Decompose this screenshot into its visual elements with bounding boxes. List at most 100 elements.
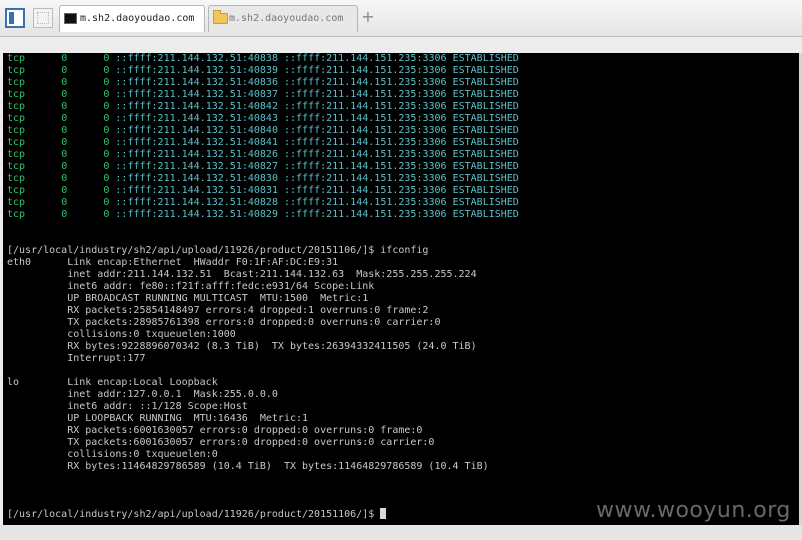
tab-terminal-session[interactable]: m.sh2.daoyoudao.com <box>59 5 205 32</box>
netstat-row: tcp 0 0 ::ffff:211.144.132.51:40841 ::ff… <box>7 137 519 149</box>
local-address-cell: ::ffff:211.144.132.51:40838 <box>115 53 278 64</box>
recv-q-cell: 0 <box>61 77 68 88</box>
recv-q-cell: 0 <box>61 65 68 76</box>
foreign-address-cell: ::ffff:211.144.151.235:3306 <box>284 197 447 208</box>
layout-toggle-icon[interactable] <box>5 8 25 28</box>
state-cell: ESTABLISHED <box>452 101 519 112</box>
foreign-address-cell: ::ffff:211.144.151.235:3306 <box>284 65 447 76</box>
send-q-cell: 0 <box>103 149 110 160</box>
state-cell: ESTABLISHED <box>452 65 519 76</box>
recv-q-cell: 0 <box>61 185 68 196</box>
state-cell: ESTABLISHED <box>452 125 519 136</box>
status-strip <box>0 525 802 540</box>
netstat-row: tcp 0 0 ::ffff:211.144.132.51:40836 ::ff… <box>7 77 519 89</box>
foreign-address-cell: ::ffff:211.144.151.235:3306 <box>284 101 447 112</box>
ifconfig-line: Interrupt:177 <box>7 353 146 364</box>
ifconfig-line: RX packets:25854148497 errors:4 dropped:… <box>7 305 429 316</box>
netstat-row: tcp 0 0 ::ffff:211.144.132.51:40826 ::ff… <box>7 149 519 161</box>
proto-cell: tcp <box>7 209 62 220</box>
terminal-output[interactable]: tcp 0 0 ::ffff:211.144.132.51:40838 ::ff… <box>3 53 799 525</box>
send-q-cell: 0 <box>103 101 110 112</box>
state-cell: ESTABLISHED <box>452 197 519 208</box>
send-q-cell: 0 <box>103 185 110 196</box>
netstat-row: tcp 0 0 ::ffff:211.144.132.51:40827 ::ff… <box>7 161 519 173</box>
proto-cell: tcp <box>7 137 62 148</box>
new-tab-button[interactable]: + <box>360 7 376 27</box>
tab-sftp-session[interactable]: m.sh2.daoyoudao.com <box>208 5 358 32</box>
recv-q-cell: 0 <box>61 101 68 112</box>
netstat-row: tcp 0 0 ::ffff:211.144.132.51:40843 ::ff… <box>7 113 519 125</box>
state-cell: ESTABLISHED <box>452 113 519 124</box>
watermark: www.wooyun.org <box>596 498 791 523</box>
state-cell: ESTABLISHED <box>452 173 519 184</box>
send-q-cell: 0 <box>103 161 110 172</box>
netstat-row: tcp 0 0 ::ffff:211.144.132.51:40831 ::ff… <box>7 185 519 197</box>
foreign-address-cell: ::ffff:211.144.151.235:3306 <box>284 77 447 88</box>
ifconfig-line <box>7 365 519 377</box>
recv-q-cell: 0 <box>61 53 68 64</box>
send-q-cell: 0 <box>103 53 110 64</box>
local-address-cell: ::ffff:211.144.132.51:40827 <box>115 161 278 172</box>
recv-q-cell: 0 <box>61 173 68 184</box>
recv-q-cell: 0 <box>61 113 68 124</box>
send-q-cell: 0 <box>103 137 110 148</box>
send-q-cell: 0 <box>103 209 110 220</box>
ifconfig-line: RX bytes:11464829786589 (10.4 TiB) TX by… <box>7 461 489 472</box>
send-q-cell: 0 <box>103 113 110 124</box>
proto-cell: tcp <box>7 113 62 124</box>
ifconfig-line: collisions:0 txqueuelen:0 <box>7 449 218 460</box>
recv-q-cell: 0 <box>61 125 68 136</box>
local-address-cell: ::ffff:211.144.132.51:40828 <box>115 197 278 208</box>
ifconfig-line: RX bytes:9228896070342 (8.3 TiB) TX byte… <box>7 341 477 352</box>
proto-cell: tcp <box>7 125 62 136</box>
ifconfig-line: UP BROADCAST RUNNING MULTICAST MTU:1500 … <box>7 293 369 304</box>
netstat-row: tcp 0 0 ::ffff:211.144.132.51:40828 ::ff… <box>7 197 519 209</box>
send-q-cell: 0 <box>103 77 110 88</box>
terminal-icon <box>64 13 77 24</box>
recv-q-cell: 0 <box>61 197 68 208</box>
tab-label: m.sh2.daoyoudao.com <box>229 13 344 24</box>
state-cell: ESTABLISHED <box>452 53 519 64</box>
foreign-address-cell: ::ffff:211.144.151.235:3306 <box>284 185 447 196</box>
command-line: [/usr/local/industry/sh2/api/upload/1192… <box>7 245 429 256</box>
ifconfig-line: UP LOOPBACK RUNNING MTU:16436 Metric:1 <box>7 413 309 424</box>
ifconfig-line: eth0 Link encap:Ethernet HWaddr F0:1F:AF… <box>7 257 339 268</box>
send-q-cell: 0 <box>103 197 110 208</box>
shell-prompt[interactable]: [/usr/local/industry/sh2/api/upload/1192… <box>7 508 387 521</box>
recv-q-cell: 0 <box>61 209 68 220</box>
proto-cell: tcp <box>7 197 62 208</box>
local-address-cell: ::ffff:211.144.132.51:40841 <box>115 137 278 148</box>
foreign-address-cell: ::ffff:211.144.151.235:3306 <box>284 161 447 172</box>
ifconfig-line: inet6 addr: fe80::f21f:afff:fedc:e931/64… <box>7 281 375 292</box>
send-q-cell: 0 <box>103 65 110 76</box>
tab-bar: m.sh2.daoyoudao.com m.sh2.daoyoudao.com … <box>0 0 802 37</box>
netstat-row: tcp 0 0 ::ffff:211.144.132.51:40829 ::ff… <box>7 209 519 221</box>
local-address-cell: ::ffff:211.144.132.51:40836 <box>115 77 278 88</box>
state-cell: ESTABLISHED <box>452 149 519 160</box>
proto-cell: tcp <box>7 65 62 76</box>
local-address-cell: ::ffff:211.144.132.51:40843 <box>115 113 278 124</box>
local-address-cell: ::ffff:211.144.132.51:40826 <box>115 149 278 160</box>
proto-cell: tcp <box>7 185 62 196</box>
local-address-cell: ::ffff:211.144.132.51:40831 <box>115 185 278 196</box>
local-address-cell: ::ffff:211.144.132.51:40830 <box>115 173 278 184</box>
send-q-cell: 0 <box>103 125 110 136</box>
proto-cell: tcp <box>7 89 62 100</box>
proto-cell: tcp <box>7 161 62 172</box>
ifconfig-line: RX packets:6001630057 errors:0 dropped:0… <box>7 425 423 436</box>
netstat-row: tcp 0 0 ::ffff:211.144.132.51:40840 ::ff… <box>7 125 519 137</box>
ifconfig-line: inet addr:127.0.0.1 Mask:255.0.0.0 <box>7 389 278 400</box>
ifconfig-line: inet addr:211.144.132.51 Bcast:211.144.1… <box>7 269 477 280</box>
proto-cell: tcp <box>7 149 62 160</box>
state-cell: ESTABLISHED <box>452 137 519 148</box>
ifconfig-line: TX packets:6001630057 errors:0 dropped:0… <box>7 437 435 448</box>
proto-cell: tcp <box>7 101 62 112</box>
terminal-text: tcp 0 0 ::ffff:211.144.132.51:40838 ::ff… <box>7 53 519 473</box>
grid-view-icon[interactable] <box>33 8 53 28</box>
send-q-cell: 0 <box>103 89 110 100</box>
foreign-address-cell: ::ffff:211.144.151.235:3306 <box>284 137 447 148</box>
state-cell: ESTABLISHED <box>452 89 519 100</box>
state-cell: ESTABLISHED <box>452 209 519 220</box>
foreign-address-cell: ::ffff:211.144.151.235:3306 <box>284 89 447 100</box>
